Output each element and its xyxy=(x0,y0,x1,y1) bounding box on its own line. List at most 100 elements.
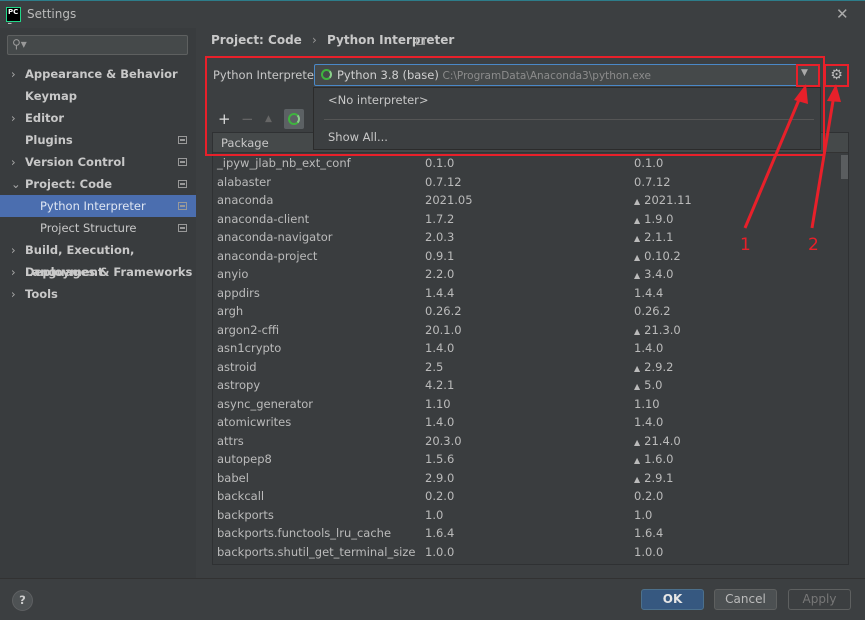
table-row[interactable]: asn1crypto 1.4.0 1.4.0 xyxy=(213,339,841,358)
help-button[interactable]: ? xyxy=(12,590,33,611)
table-row[interactable]: atomicwrites 1.4.0 1.4.0 xyxy=(213,413,841,432)
latest-version: ▲ 21.3.0 xyxy=(634,321,681,342)
latest-version: 1.10 xyxy=(634,396,660,411)
package-name: autopep8 xyxy=(217,452,272,466)
sidebar-item-languages-frameworks[interactable]: › Languages & Frameworks xyxy=(0,261,196,283)
table-row[interactable]: babel 2.9.0 ▲ 2.9.1 xyxy=(213,469,841,488)
table-row[interactable]: async_generator 1.10 1.10 xyxy=(213,395,841,414)
package-name: asn1crypto xyxy=(217,341,282,355)
package-version: 0.9.1 xyxy=(425,248,455,263)
package-name: appdirs xyxy=(217,285,260,300)
table-row[interactable]: _ipyw_jlab_nb_ext_conf 0.1.0 0.1.0 xyxy=(213,154,841,173)
sidebar-item-project-structure[interactable]: Project Structure xyxy=(0,217,196,239)
add-package-button[interactable]: + xyxy=(218,110,231,128)
package-version: 2.2.0 xyxy=(425,267,455,281)
sidebar-item-version-control[interactable]: › Version Control xyxy=(0,151,196,173)
close-icon[interactable]: ✕ xyxy=(836,5,849,23)
conda-icon xyxy=(288,113,300,125)
sidebar-item-project-code[interactable]: ⌄ Project: Code xyxy=(0,173,196,195)
package-version: 1.0.0 xyxy=(425,544,455,559)
dropdown-arrow-icon[interactable]: ▼ xyxy=(801,68,808,78)
upgrade-available-icon: ▲ xyxy=(634,474,641,484)
cancel-button[interactable]: Cancel xyxy=(714,589,777,610)
latest-version: 1.4.0 xyxy=(634,415,664,429)
package-name: backports xyxy=(217,507,274,522)
package-version: 1.4.4 xyxy=(425,285,455,300)
package-name: _ipyw_jlab_nb_ext_conf xyxy=(217,156,351,170)
project-scope-icon xyxy=(178,158,187,166)
chevron-right-icon[interactable]: › xyxy=(11,283,16,305)
sidebar-item-appearance-behavior[interactable]: › Appearance & Behavior xyxy=(0,63,196,85)
gear-icon[interactable]: ⚙ xyxy=(828,67,845,84)
table-scrollbar[interactable] xyxy=(841,155,848,179)
latest-version: 1.0 xyxy=(634,507,653,522)
table-row[interactable]: backports.shutil_get_terminal_size 1.0.0 1… xyxy=(213,543,841,562)
sidebar-item-python-interpreter[interactable]: Python Interpreter xyxy=(0,195,196,217)
sidebar-item-label: Project: Code xyxy=(25,177,113,191)
python-interpreter-icon xyxy=(321,69,332,80)
table-row[interactable]: attrs 20.3.0 ▲ 21.4.0 xyxy=(213,432,841,451)
table-row[interactable]: backports 1.0 1.0 xyxy=(213,506,841,525)
table-row[interactable]: autopep8 1.5.6 ▲ 1.6.0 xyxy=(213,450,841,469)
table-row[interactable]: anaconda-navigator 2.0.3 ▲ 2.1.1 xyxy=(213,228,841,247)
chevron-right-icon[interactable]: › xyxy=(11,107,16,129)
table-row[interactable]: astropy 4.2.1 ▲ 5.0 xyxy=(213,376,841,395)
chevron-right-icon[interactable]: › xyxy=(11,63,16,85)
sidebar-item-editor[interactable]: › Editor xyxy=(0,107,196,129)
latest-version: ▲ 5.0 xyxy=(634,376,662,397)
upgrade-available-icon: ▲ xyxy=(634,326,641,336)
package-version: 1.0 xyxy=(425,507,444,522)
table-row[interactable]: anyio 2.2.0 ▲ 3.4.0 xyxy=(213,265,841,284)
package-version: 0.26.2 xyxy=(425,304,462,318)
table-row[interactable]: anaconda 2021.05 ▲ 2021.11 xyxy=(213,191,841,210)
conda-toggle-button[interactable] xyxy=(284,109,304,129)
latest-version: ▲ 2021.11 xyxy=(634,191,692,212)
remove-package-button[interactable]: − xyxy=(241,110,254,128)
latest-version: 1.0.0 xyxy=(634,544,664,559)
chevron-right-icon[interactable]: › xyxy=(11,151,16,173)
chevron-down-icon[interactable]: ⌄ xyxy=(11,173,21,195)
package-name: atomicwrites xyxy=(217,415,292,429)
table-row[interactable]: astroid 2.5 ▲ 2.9.2 xyxy=(213,358,841,377)
packages-toolbar: + − ▲ xyxy=(212,108,315,132)
latest-version: 0.2.0 xyxy=(634,489,664,503)
column-header-package[interactable]: Package xyxy=(221,136,269,150)
sidebar-item-plugins[interactable]: Plugins xyxy=(0,129,196,151)
package-name: anaconda-project xyxy=(217,248,318,263)
breadcrumb-project[interactable]: Project: Code xyxy=(211,33,302,47)
latest-version: 0.26.2 xyxy=(634,304,671,318)
sidebar-item-keymap[interactable]: Keymap xyxy=(0,85,196,107)
interpreter-dropdown[interactable]: Python 3.8 (base) C:\ProgramData\Anacond… xyxy=(314,64,820,86)
package-version: 0.2.0 xyxy=(425,489,455,503)
table-row[interactable]: anaconda-project 0.9.1 ▲ 0.10.2 xyxy=(213,247,841,266)
chevron-right-icon[interactable]: › xyxy=(11,261,16,283)
ok-button[interactable]: OK xyxy=(641,589,704,610)
table-row[interactable]: appdirs 1.4.4 1.4.4 xyxy=(213,284,841,303)
chevron-right-icon[interactable]: › xyxy=(11,239,16,261)
table-row[interactable]: anaconda-client 1.7.2 ▲ 1.9.0 xyxy=(213,210,841,229)
table-row[interactable]: backcall 0.2.0 0.2.0 xyxy=(213,487,841,506)
project-scope-icon xyxy=(178,180,187,188)
packages-table: Package _ipyw_jlab_nb_ext_conf 0.1.0 0.1.0… xyxy=(212,132,849,565)
apply-button[interactable]: Apply xyxy=(788,589,851,610)
package-name: argh xyxy=(217,304,244,318)
interpreter-path: C:\ProgramData\Anaconda3\python.exe xyxy=(442,70,651,82)
table-row[interactable]: backports.functools_lru_cache 1.6.4 1.6.4 xyxy=(213,524,841,543)
package-version: 20.3.0 xyxy=(425,433,462,448)
settings-search-input[interactable]: ⚲▾ xyxy=(7,35,188,55)
latest-version-value: 21.4.0 xyxy=(644,433,681,448)
sidebar-item-tools[interactable]: › Tools xyxy=(0,283,196,305)
upgrade-available-icon: ▲ xyxy=(634,252,641,262)
table-row[interactable]: alabaster 0.7.12 0.7.12 xyxy=(213,173,841,192)
upgrade-available-icon: ▲ xyxy=(634,271,641,280)
table-row[interactable]: argon2-cffi 20.1.0 ▲ 21.3.0 xyxy=(213,321,841,340)
upgrade-package-button[interactable]: ▲ xyxy=(265,114,272,124)
popup-item-no-interpreter[interactable]: <No interpreter> xyxy=(328,93,429,107)
sidebar-item-build-execution-deployment[interactable]: › Build, Execution, Deployment xyxy=(0,239,196,279)
package-name: anaconda-client xyxy=(217,211,310,226)
package-version: 0.1.0 xyxy=(425,156,455,170)
search-icon: ⚲▾ xyxy=(12,37,27,51)
table-row[interactable]: argh 0.26.2 0.26.2 xyxy=(213,302,841,321)
package-name: babel xyxy=(217,470,249,485)
popup-item-show-all[interactable]: Show All... xyxy=(328,130,388,144)
